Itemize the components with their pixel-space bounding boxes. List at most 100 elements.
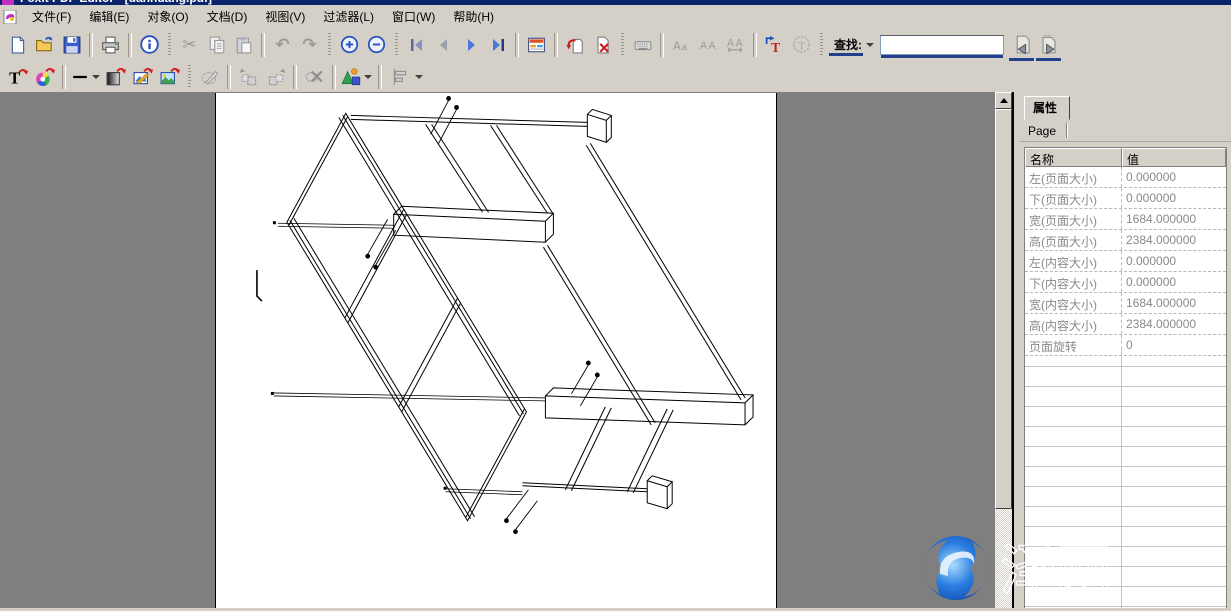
cut-button[interactable]: ✂ (176, 32, 203, 58)
add-text-button[interactable]: T (4, 64, 31, 90)
property-value[interactable]: 2384.000000 (1122, 230, 1226, 250)
font-spacing-icon: AA (726, 36, 745, 53)
line-style-button[interactable] (70, 64, 90, 90)
keyboard-button[interactable] (629, 32, 656, 58)
menu-edit[interactable]: 编辑(E) (80, 5, 138, 28)
circle-pencil-icon (200, 67, 220, 87)
svg-text:A: A (700, 40, 708, 52)
property-row[interactable]: 下(页面大小)0.000000 (1025, 188, 1226, 209)
menu-file[interactable]: 文件(F) (23, 5, 80, 28)
undo-button[interactable]: ↶ (269, 32, 296, 58)
menu-document[interactable]: 文档(D) (198, 5, 257, 28)
new-button[interactable] (4, 32, 31, 58)
ladder-frame-drawing (216, 93, 776, 608)
property-value[interactable]: 0.000000 (1122, 272, 1226, 292)
align-icon (391, 68, 409, 86)
send-backward-button[interactable] (235, 64, 262, 90)
font-case-button[interactable]: Aa (668, 32, 695, 58)
delete-object-button[interactable] (301, 64, 328, 90)
add-image-button[interactable] (156, 64, 183, 90)
copy-button[interactable] (203, 32, 230, 58)
font-spacing-button[interactable]: AA (722, 32, 749, 58)
property-row[interactable]: 宽(内容大小)1684.000000 (1025, 293, 1226, 314)
document-canvas[interactable] (0, 92, 1012, 608)
find-input[interactable] (880, 35, 1004, 55)
scissors-icon: ✂ (182, 35, 196, 55)
property-row[interactable]: 左(内容大小)0.000000 (1025, 251, 1226, 272)
property-row[interactable]: 高(页面大小)2384.000000 (1025, 230, 1226, 251)
property-row[interactable]: 左(页面大小)0.000000 (1025, 167, 1226, 188)
property-value[interactable]: 1684.000000 (1122, 209, 1226, 229)
edit-path-button[interactable] (196, 64, 223, 90)
circle-text-button[interactable]: T (788, 32, 815, 58)
property-value[interactable]: 0.000000 (1122, 188, 1226, 208)
print-button[interactable] (97, 32, 124, 58)
insert-text-button[interactable]: T (761, 32, 788, 58)
svg-text:a: a (682, 42, 688, 53)
pdf-page[interactable] (215, 93, 777, 608)
add-color-button[interactable] (31, 64, 58, 90)
edit-image-button[interactable] (129, 64, 156, 90)
menu-view[interactable]: 视图(V) (256, 5, 314, 28)
prev-page-button[interactable] (430, 32, 457, 58)
undo-arrow-icon: ↶ (275, 35, 289, 55)
shapes-button[interactable] (340, 64, 362, 90)
line-style-caret[interactable] (92, 75, 100, 79)
paste-button[interactable] (230, 32, 257, 58)
insert-page-button[interactable] (562, 32, 589, 58)
bring-forward-button[interactable] (262, 64, 289, 90)
scroll-up-button[interactable] (995, 92, 1012, 109)
delete-x-icon (305, 67, 325, 87)
first-page-icon (408, 37, 426, 53)
property-value[interactable]: 0.000000 (1122, 167, 1226, 187)
save-button[interactable] (58, 32, 85, 58)
scrollbar-thumb[interactable] (995, 109, 1012, 509)
find-prev-button[interactable] (1008, 32, 1035, 58)
column-value[interactable]: 值 (1122, 148, 1226, 167)
property-row[interactable]: 高(内容大小)2384.000000 (1025, 314, 1226, 335)
tab-separator (1066, 123, 1068, 138)
properties-tab[interactable]: 属性 (1024, 96, 1070, 120)
redo-button[interactable]: ↷ (296, 32, 323, 58)
property-row[interactable]: 下(内容大小)0.000000 (1025, 272, 1226, 293)
property-value[interactable]: 0.000000 (1122, 251, 1226, 271)
align-button[interactable] (386, 64, 413, 90)
info-button[interactable] (136, 32, 163, 58)
delete-page-button[interactable] (589, 32, 616, 58)
property-name: 下(内容大小) (1025, 272, 1122, 292)
document-icon (3, 10, 17, 24)
color-wheel-icon (35, 67, 55, 87)
property-name: 高(内容大小) (1025, 314, 1122, 334)
find-next-button[interactable] (1035, 32, 1062, 58)
menu-filter[interactable]: 过滤器(L) (314, 5, 383, 28)
property-value[interactable]: 2384.000000 (1122, 314, 1226, 334)
menu-help[interactable]: 帮助(H) (444, 5, 503, 28)
line-icon (72, 69, 88, 85)
shapes-caret[interactable] (364, 75, 372, 79)
property-value[interactable]: 1684.000000 (1122, 293, 1226, 313)
add-gradient-button[interactable] (102, 64, 129, 90)
first-page-button[interactable] (403, 32, 430, 58)
page-tab[interactable]: Page (1020, 122, 1066, 140)
last-page-button[interactable] (484, 32, 511, 58)
circle-text-icon: T (792, 35, 811, 54)
zoom-in-button[interactable] (336, 32, 363, 58)
property-row[interactable]: 宽(页面大小)1684.000000 (1025, 209, 1226, 230)
open-button[interactable] (31, 32, 58, 58)
insert-text-icon: T (765, 36, 784, 54)
font-aa-button[interactable]: AA (695, 32, 722, 58)
find-dropdown-caret[interactable] (866, 43, 874, 47)
save-floppy-icon (63, 36, 81, 54)
next-page-button[interactable] (457, 32, 484, 58)
menu-window[interactable]: 窗口(W) (383, 5, 444, 28)
menu-object[interactable]: 对象(O) (138, 5, 197, 28)
svg-text:A: A (727, 38, 735, 50)
zoom-out-button[interactable] (363, 32, 390, 58)
insert-page-icon (566, 36, 585, 54)
align-caret[interactable] (415, 75, 423, 79)
info-icon (140, 35, 159, 54)
form-button[interactable] (523, 32, 550, 58)
column-name[interactable]: 名称 (1025, 148, 1122, 167)
vertical-scrollbar[interactable] (995, 92, 1012, 608)
keyboard-icon (633, 36, 653, 54)
